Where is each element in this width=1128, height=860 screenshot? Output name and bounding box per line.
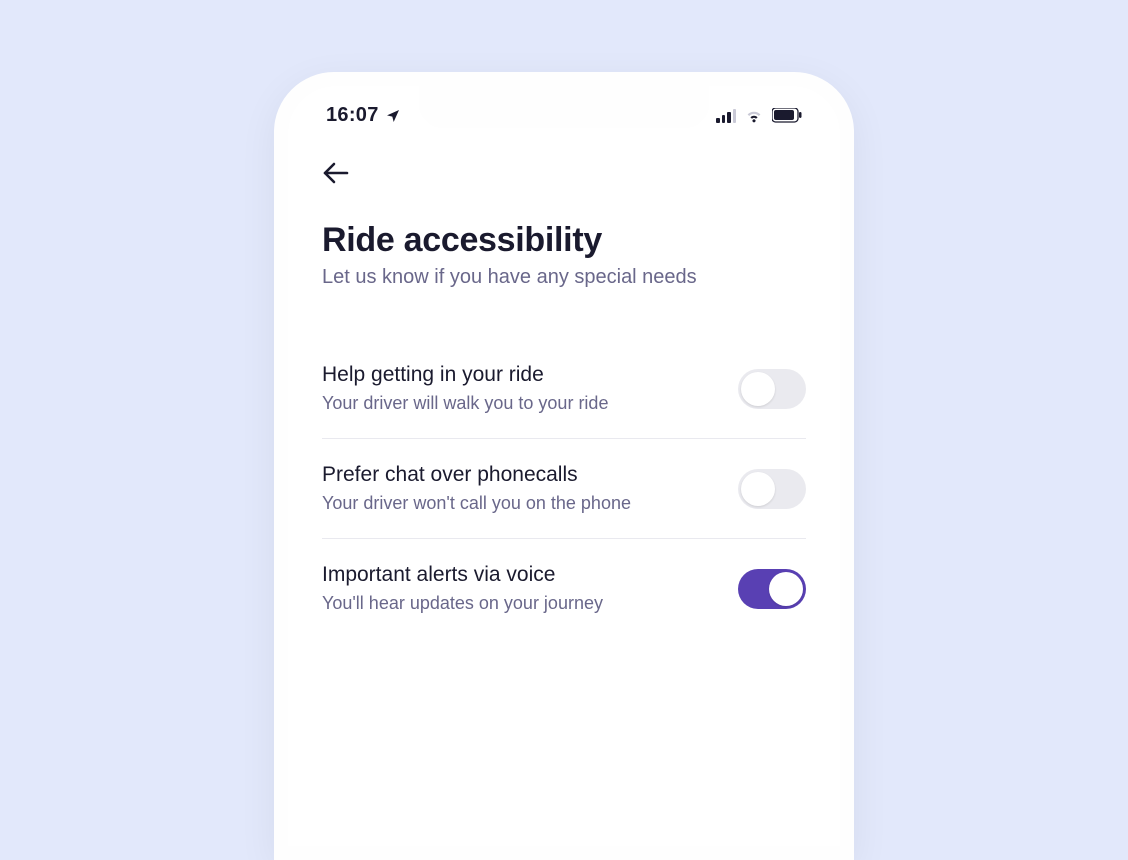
status-left: 16:07	[326, 104, 401, 127]
phone-screen: 16:07 Ride accessibility Let us know if …	[288, 86, 840, 846]
option-text: Prefer chat over phonecalls Your driver …	[322, 463, 738, 514]
page-subtitle: Let us know if you have any special need…	[322, 266, 806, 289]
toggle-prefer-chat[interactable]	[738, 469, 806, 509]
page-content: Ride accessibility Let us know if you ha…	[288, 137, 840, 638]
wifi-icon	[744, 108, 764, 124]
toggle-knob	[769, 572, 803, 606]
option-prefer-chat: Prefer chat over phonecalls Your driver …	[322, 439, 806, 539]
option-title: Help getting in your ride	[322, 363, 738, 387]
phone-frame: 16:07 Ride accessibility Let us know if …	[274, 72, 854, 860]
option-title: Important alerts via voice	[322, 563, 738, 587]
option-description: Your driver won't call you on the phone	[322, 493, 738, 514]
toggle-voice-alerts[interactable]	[738, 569, 806, 609]
arrow-left-icon	[322, 161, 350, 185]
option-text: Important alerts via voice You'll hear u…	[322, 563, 738, 614]
signal-icon	[716, 109, 736, 123]
option-description: You'll hear updates on your journey	[322, 593, 738, 614]
back-button[interactable]	[322, 161, 350, 185]
option-help-in-ride: Help getting in your ride Your driver wi…	[322, 339, 806, 439]
option-text: Help getting in your ride Your driver wi…	[322, 363, 738, 414]
phone-notch	[419, 86, 709, 128]
status-time: 16:07	[326, 104, 379, 127]
toggle-help-in-ride[interactable]	[738, 369, 806, 409]
option-description: Your driver will walk you to your ride	[322, 393, 738, 414]
status-right	[716, 108, 802, 124]
option-voice-alerts: Important alerts via voice You'll hear u…	[322, 539, 806, 638]
battery-icon	[772, 108, 802, 123]
toggle-knob	[741, 372, 775, 406]
location-icon	[385, 108, 401, 124]
page-title: Ride accessibility	[322, 221, 806, 260]
option-title: Prefer chat over phonecalls	[322, 463, 738, 487]
toggle-knob	[741, 472, 775, 506]
